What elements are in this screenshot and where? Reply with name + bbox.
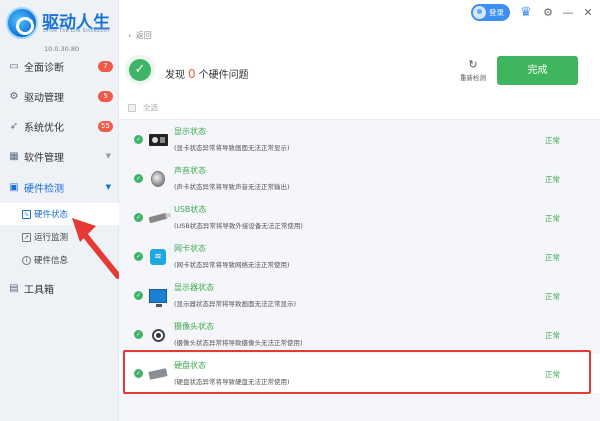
status-label: 正常 xyxy=(545,214,560,223)
logo-icon xyxy=(6,7,38,39)
app-subtitle: Drive The Life Since2007 xyxy=(43,28,111,34)
check-icon: ✓ xyxy=(134,174,143,183)
device-title: 摄像头状态 xyxy=(174,322,214,331)
sidebar-item-driver[interactable]: ⚙ 驱动管理 5 xyxy=(0,81,119,111)
chip-icon: ▣ xyxy=(9,181,19,193)
scan-summary: 发现 0 个硬件问题 xyxy=(165,66,249,81)
device-desc: (显卡状态异常将导致画面无法正常显示) xyxy=(174,144,290,152)
settings-icon[interactable]: ⚙ xyxy=(542,6,554,19)
check-icon: ✓ xyxy=(134,135,143,144)
check-icon: ✓ xyxy=(134,213,143,222)
sidebar-item-label: 工具箱 xyxy=(24,284,54,296)
login-button[interactable]: 登录 xyxy=(471,4,510,21)
back-label: 返回 xyxy=(135,31,152,40)
sidebar-item-hardware[interactable]: ▣ 硬件检测 ▼ xyxy=(0,172,119,202)
highlight-box xyxy=(123,350,591,394)
status-label: 正常 xyxy=(545,331,560,340)
rescan-label: 重新检测 xyxy=(460,74,486,82)
speaker-icon xyxy=(147,169,169,189)
main-panel: 登录 ♛ ⚙ — ✕ ‹ 返回 ✓ 发现 0 个硬件问题 ↻ 重新检测 完成 全选 … xyxy=(119,0,600,421)
device-desc: (显示器状态异常将导致画面无法正常显示) xyxy=(174,300,297,308)
sidebar-subitem-label: 硬件状态 xyxy=(34,210,69,220)
monitor-icon xyxy=(147,286,169,307)
rescan-button[interactable]: ↻ 重新检测 xyxy=(458,58,488,82)
sidebar-subitem-label: 运行监测 xyxy=(34,233,69,243)
sidebar-item-label: 系统优化 xyxy=(24,122,64,134)
sidebar-item-label: 软件管理 xyxy=(24,152,64,164)
status-label: 正常 xyxy=(545,175,560,184)
list-item[interactable]: ✓ 摄像头状态 (摄像头状态异常将导致摄像头无法正常使用) 正常 xyxy=(119,315,600,354)
monitor-icon: ▭ xyxy=(9,60,19,72)
sidebar: 驱动人生 Drive The Life Since2007 10.0.30.80… xyxy=(0,0,119,421)
window-controls: 登录 ♛ ⚙ — ✕ xyxy=(471,4,594,21)
chevron-down-icon: ▼ xyxy=(105,183,111,191)
device-title: 显示状态 xyxy=(174,127,206,136)
sidebar-item-label: 全面诊断 xyxy=(24,62,64,74)
close-icon[interactable]: ✕ xyxy=(582,6,594,19)
list-item[interactable]: ✓ 显示器状态 (显示器状态异常将导致画面无法正常显示) 正常 xyxy=(119,276,600,315)
check-icon: ✓ xyxy=(134,330,143,339)
list-item[interactable]: ✓ 显示状态 (显卡状态异常将导致画面无法正常显示) 正常 xyxy=(119,120,600,159)
count-badge: 7 xyxy=(98,60,113,72)
device-desc: (网卡状态异常将导致网络无法正常使用) xyxy=(174,261,290,269)
count-badge: 5 xyxy=(98,90,113,102)
sidebar-item-diagnosis[interactable]: ▭ 全面诊断 7 xyxy=(0,51,119,81)
toolbox-icon: ▤ xyxy=(9,282,19,294)
rocket-icon: ➶ xyxy=(9,120,19,132)
checkbox-icon xyxy=(128,103,136,112)
device-title: 网卡状态 xyxy=(174,244,206,253)
select-all-checkbox[interactable]: 全选 xyxy=(128,102,158,113)
count-badge: 55 xyxy=(98,120,113,132)
sidebar-item-optimize[interactable]: ➶ 系统优化 55 xyxy=(0,111,119,141)
back-button[interactable]: ‹ 返回 xyxy=(128,30,154,41)
done-button[interactable]: 完成 xyxy=(497,56,578,85)
select-all-label: 全选 xyxy=(143,103,158,112)
status-label: 正常 xyxy=(545,253,560,262)
chevron-down-icon: ▼ xyxy=(105,152,111,160)
annotation-arrow-icon xyxy=(72,218,121,279)
app-logo: 驱动人生 Drive The Life Since2007 10.0.30.80 xyxy=(6,7,116,53)
device-title: USB状态 xyxy=(174,205,207,214)
sidebar-item-label: 驱动管理 xyxy=(24,92,64,104)
list-item[interactable]: ✓ ≋ 网卡状态 (网卡状态异常将导致网络无法正常使用) 正常 xyxy=(119,237,600,276)
device-title: 声音状态 xyxy=(174,166,206,175)
sidebar-item-label: 硬件检测 xyxy=(24,183,64,195)
device-desc: (USB状态异常将导致外接设备无法正常使用) xyxy=(174,222,303,230)
summary-suffix: 个硬件问题 xyxy=(198,70,249,81)
sidebar-item-software[interactable]: ▦ 软件管理 ▼ xyxy=(0,141,119,171)
refresh-icon: ↻ xyxy=(468,58,478,71)
check-shield-icon: ✓ xyxy=(125,55,155,85)
device-desc: (声卡状态异常将导致声音无法正常输出) xyxy=(174,183,290,191)
status-label: 正常 xyxy=(545,136,560,145)
minimize-icon[interactable]: — xyxy=(562,6,574,19)
gear-icon: ⚙ xyxy=(9,90,19,102)
status-label: 正常 xyxy=(545,292,560,301)
chart-icon: ↗ xyxy=(22,232,31,242)
pulse-icon: ∿ xyxy=(22,209,31,219)
summary-prefix: 发现 xyxy=(165,70,185,81)
device-desc: (摄像头状态异常将导致摄像头无法正常使用) xyxy=(174,339,303,347)
list-item[interactable]: ✓ USB状态 (USB状态异常将导致外接设备无法正常使用) 正常 xyxy=(119,198,600,237)
gpu-icon xyxy=(147,130,169,150)
sidebar-subitem-label: 硬件信息 xyxy=(34,256,69,266)
wifi-icon: ≋ xyxy=(147,247,169,267)
grid-icon: ▦ xyxy=(9,150,19,162)
issue-count: 0 xyxy=(188,67,196,81)
info-icon: i xyxy=(22,255,31,265)
avatar xyxy=(473,6,486,19)
check-icon: ✓ xyxy=(134,252,143,261)
check-icon: ✓ xyxy=(134,291,143,300)
usb-icon xyxy=(147,208,169,228)
device-title: 显示器状态 xyxy=(174,283,214,292)
webcam-icon xyxy=(147,325,169,345)
login-label: 登录 xyxy=(489,8,504,17)
chevron-left-icon: ‹ xyxy=(128,31,132,40)
vip-icon[interactable]: ♛ xyxy=(518,5,534,21)
list-item[interactable]: ✓ 声音状态 (声卡状态异常将导致声音无法正常输出) 正常 xyxy=(119,159,600,198)
